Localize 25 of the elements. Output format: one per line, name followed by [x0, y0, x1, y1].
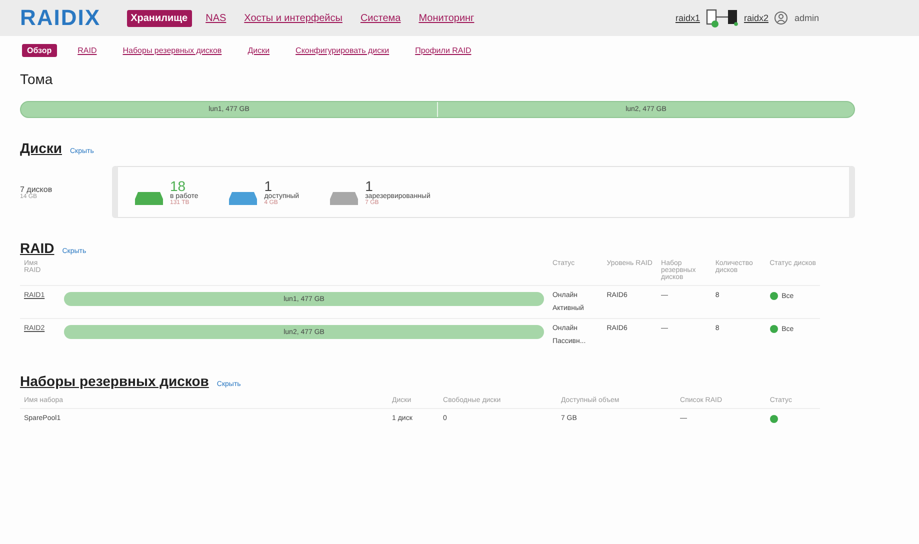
- nav-tab[interactable]: Мониторинг: [414, 10, 478, 26]
- nav-tab[interactable]: Хосты и интерфейсы: [240, 10, 346, 26]
- section-title[interactable]: RAID: [20, 240, 54, 256]
- section-title[interactable]: Наборы резервных дисков: [20, 373, 209, 389]
- sub-tab[interactable]: Обзор: [22, 44, 57, 57]
- cluster-icon: [706, 8, 738, 28]
- sub-tab[interactable]: Наборы резервных дисков: [118, 44, 227, 57]
- sub-tab[interactable]: Профили RAID: [410, 44, 476, 57]
- disk-count: 1: [264, 178, 272, 192]
- sub-tab[interactable]: RAID: [72, 44, 102, 57]
- disk-count: 1: [365, 178, 373, 192]
- user-icon: [774, 11, 788, 25]
- node-link[interactable]: raidx1: [675, 13, 700, 23]
- nav-tab[interactable]: NAS: [202, 10, 230, 26]
- disk-count: 18: [170, 178, 186, 192]
- disk-total: 7 дисков: [20, 184, 54, 194]
- node-link[interactable]: raidx2: [744, 13, 768, 23]
- sub-tab[interactable]: Диски: [242, 44, 275, 57]
- nav-tab[interactable]: Хранилище: [126, 10, 192, 26]
- section-title[interactable]: Диски: [20, 140, 62, 156]
- section-title: Тома: [20, 71, 54, 87]
- sub-tab[interactable]: Сконфигурировать диски: [290, 44, 394, 57]
- nav-tab[interactable]: Система: [356, 10, 405, 26]
- logo: RAIDIX: [20, 5, 101, 31]
- user-link[interactable]: admin: [794, 13, 819, 23]
